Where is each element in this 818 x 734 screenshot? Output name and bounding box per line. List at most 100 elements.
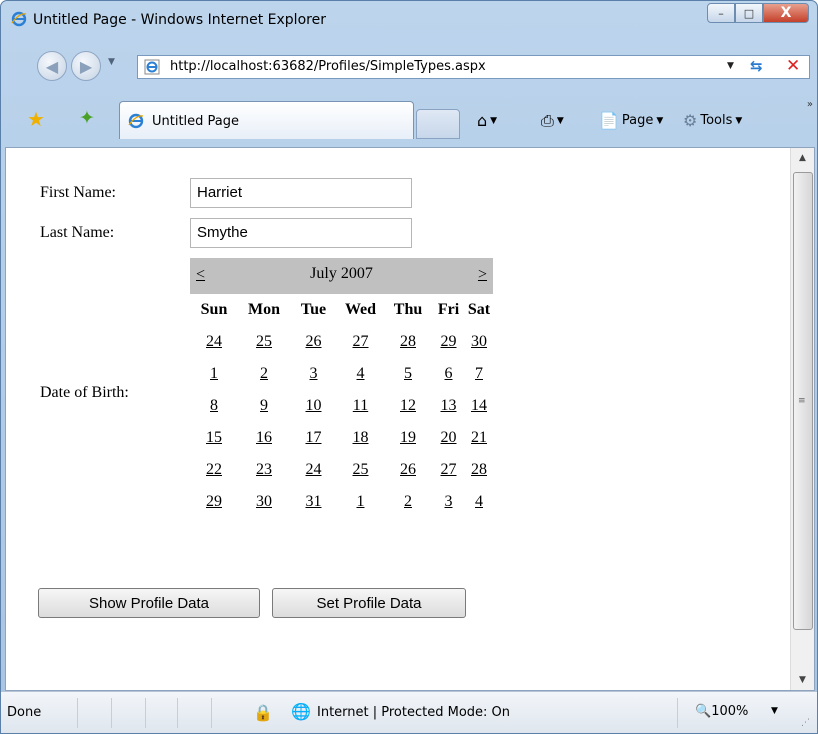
new-tab-button[interactable] — [416, 109, 460, 139]
navigation-bar: ◀ ▶ ▼ http://localhost:63682/Profiles/Si… — [1, 41, 817, 89]
calendar-day-link[interactable]: 2 — [384, 486, 432, 518]
address-dropdown-icon[interactable]: ▼ — [727, 61, 734, 71]
page-menu[interactable]: 📄 Page ▼ — [599, 111, 663, 130]
calendar-header: < July 2007 > — [190, 258, 493, 294]
zoom-dropdown-icon[interactable]: ▼ — [771, 706, 778, 716]
status-divider — [211, 698, 212, 728]
calendar-day-link[interactable]: 31 — [290, 486, 337, 518]
home-button[interactable]: ⌂ ▼ — [477, 111, 497, 130]
add-favorites-icon[interactable]: ✦ — [79, 107, 95, 129]
forward-button[interactable]: ▶ — [71, 51, 101, 81]
calendar-day-link[interactable]: 5 — [384, 358, 432, 390]
zoom-icon: 🔍 — [695, 704, 712, 719]
close-button[interactable]: X — [763, 3, 809, 23]
calendar-day-link[interactable]: 19 — [384, 422, 432, 454]
zoom-value: 100% — [711, 704, 749, 719]
calendar-day-link[interactable]: 30 — [465, 326, 493, 358]
window-controls: – □ X — [707, 3, 809, 23]
calendar-day-link[interactable]: 25 — [337, 454, 384, 486]
calendar-day-link[interactable]: 24 — [190, 326, 238, 358]
day-of-week-header: Sat — [467, 301, 491, 318]
scrollbar-thumb[interactable]: ≡ — [793, 172, 813, 630]
home-dropdown-icon[interactable]: ▼ — [490, 116, 497, 126]
zoom-level[interactable]: 🔍100% — [695, 704, 748, 719]
calendar-day-link[interactable]: 16 — [238, 422, 290, 454]
history-dropdown-icon[interactable]: ▼ — [108, 57, 115, 67]
scroll-down-arrow-icon[interactable]: ▼ — [791, 670, 814, 690]
more-commands-icon[interactable]: » — [807, 99, 813, 110]
status-bar: Done 🔒 🌐 Internet | Protected Mode: On 🔍… — [1, 691, 817, 733]
day-of-week-header: Thu — [393, 301, 423, 318]
vertical-scrollbar[interactable]: ▲ ≡ ▼ — [790, 148, 814, 690]
calendar-day-link[interactable]: 14 — [465, 390, 493, 422]
calendar-day-link[interactable]: 28 — [465, 454, 493, 486]
calendar-day-link[interactable]: 24 — [290, 454, 337, 486]
calendar-day-link[interactable]: 20 — [432, 422, 465, 454]
calendar-day-link[interactable]: 22 — [190, 454, 238, 486]
tab-bar: ★ ✦ Untitled Page ⌂ ▼ ⎙ ▼ 📄 Page ▼ ⚙ Too… — [1, 93, 817, 143]
calendar-day-link[interactable]: 26 — [290, 326, 337, 358]
minimize-button[interactable]: – — [707, 3, 735, 23]
gear-icon: ⚙ — [683, 111, 698, 130]
protected-mode-icon[interactable]: 🔒 — [253, 703, 273, 722]
calendar-day-link[interactable]: 12 — [384, 390, 432, 422]
date-of-birth-calendar: < July 2007 > Sun Mon Tue Wed Thu Fri Sa… — [190, 258, 493, 518]
calendar-day-link[interactable]: 13 — [432, 390, 465, 422]
calendar-day-link[interactable]: 1 — [337, 486, 384, 518]
browser-window: Untitled Page - Windows Internet Explore… — [0, 0, 818, 734]
tab-untitled-page[interactable]: Untitled Page — [119, 101, 414, 139]
calendar-day-link[interactable]: 6 — [432, 358, 465, 390]
status-divider — [77, 698, 78, 728]
maximize-button[interactable]: □ — [735, 3, 763, 23]
calendar-day-link[interactable]: 9 — [238, 390, 290, 422]
calendar-day-link[interactable]: 17 — [290, 422, 337, 454]
calendar-day-link[interactable]: 28 — [384, 326, 432, 358]
scroll-up-arrow-icon[interactable]: ▲ — [791, 148, 814, 168]
calendar-day-link[interactable]: 27 — [337, 326, 384, 358]
calendar-day-link[interactable]: 3 — [290, 358, 337, 390]
show-profile-data-button[interactable]: Show Profile Data — [38, 588, 260, 618]
calendar-day-link[interactable]: 23 — [238, 454, 290, 486]
calendar-day-link[interactable]: 30 — [238, 486, 290, 518]
favorites-star-icon[interactable]: ★ — [27, 107, 45, 131]
calendar-day-link[interactable]: 2 — [238, 358, 290, 390]
refresh-icon[interactable]: ⇆ — [750, 57, 763, 75]
calendar-day-link[interactable]: 4 — [465, 486, 493, 518]
calendar-day-link[interactable]: 1 — [190, 358, 238, 390]
stop-icon[interactable]: ✕ — [786, 56, 800, 76]
calendar-day-link[interactable]: 25 — [238, 326, 290, 358]
day-of-week-header: Fri — [437, 301, 460, 318]
calendar-day-link[interactable]: 21 — [465, 422, 493, 454]
page-content: First Name: Harriet Last Name: Smythe Da… — [5, 147, 815, 691]
set-profile-data-button[interactable]: Set Profile Data — [272, 588, 466, 618]
calendar-day-link[interactable]: 11 — [337, 390, 384, 422]
calendar-day-link[interactable]: 3 — [432, 486, 465, 518]
calendar-day-link[interactable]: 26 — [384, 454, 432, 486]
page-icon: 📄 — [599, 111, 619, 130]
forward-arrow-icon: ▶ — [79, 56, 93, 76]
calendar-day-link[interactable]: 8 — [190, 390, 238, 422]
address-bar[interactable]: http://localhost:63682/Profiles/SimpleTy… — [137, 55, 810, 79]
print-dropdown-icon[interactable]: ▼ — [557, 116, 564, 126]
title-bar: Untitled Page - Windows Internet Explore… — [1, 1, 817, 41]
calendar-day-link[interactable]: 4 — [337, 358, 384, 390]
status-divider — [111, 698, 112, 728]
calendar-day-link[interactable]: 7 — [465, 358, 493, 390]
calendar-day-link[interactable]: 15 — [190, 422, 238, 454]
security-zone-text[interactable]: Internet | Protected Mode: On — [317, 705, 510, 720]
tools-dropdown-icon: ▼ — [735, 115, 743, 126]
back-button[interactable]: ◀ — [37, 51, 67, 81]
calendar-day-link[interactable]: 29 — [190, 486, 238, 518]
calendar-next-month-link[interactable]: > — [478, 266, 487, 284]
calendar-day-link[interactable]: 18 — [337, 422, 384, 454]
first-name-input[interactable]: Harriet — [190, 178, 412, 208]
resize-grip-icon[interactable]: ⋰ — [801, 718, 810, 728]
globe-icon: 🌐 — [291, 702, 311, 721]
calendar-day-link[interactable]: 27 — [432, 454, 465, 486]
last-name-input[interactable]: Smythe — [190, 218, 412, 248]
print-button[interactable]: ⎙ ▼ — [541, 111, 564, 131]
calendar-day-link[interactable]: 29 — [432, 326, 465, 358]
calendar-day-link[interactable]: 10 — [290, 390, 337, 422]
address-url[interactable]: http://localhost:63682/Profiles/SimpleTy… — [170, 59, 486, 74]
tools-menu[interactable]: ⚙ Tools ▼ — [683, 111, 742, 130]
